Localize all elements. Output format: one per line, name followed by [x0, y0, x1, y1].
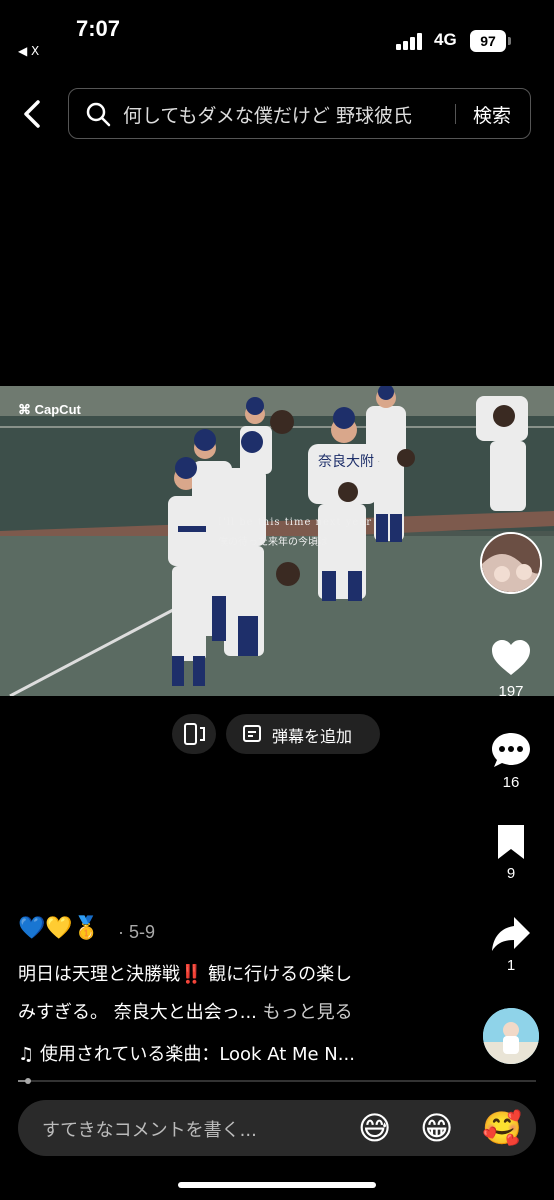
- post-date: · 5-9: [118, 922, 156, 942]
- comment-input[interactable]: すてきなコメントを書く...: [42, 1116, 257, 1142]
- post-emojis: 💙💛🥇: [18, 916, 101, 941]
- status-time: 7:07: [76, 16, 121, 41]
- caption-line-2: みすぎる。 奈良大と出会っ... もっと見る: [18, 998, 353, 1024]
- hearts-emoji-button[interactable]: 🥰: [482, 1108, 522, 1148]
- search-divider: [455, 104, 456, 124]
- see-more-link[interactable]: もっと見る: [263, 1002, 353, 1023]
- add-danmaku-button[interactable]: 弾幕を追加: [226, 714, 380, 754]
- search-button[interactable]: 検索: [473, 101, 511, 128]
- search-input[interactable]: 何してもダメな僕だけど 野球彼氏: [123, 101, 412, 128]
- chevron-left-icon: [24, 100, 40, 128]
- comment-icon[interactable]: [490, 730, 532, 770]
- search-bar[interactable]: 何してもダメな僕だけど 野球彼氏 検索: [68, 88, 531, 139]
- video-overlay-text-jp: 僕の待った来年の今頃は: [218, 537, 328, 548]
- battery-tip: [508, 37, 511, 45]
- back-to-app-link[interactable]: ◀ X: [18, 44, 39, 58]
- comment-count: 16: [502, 774, 520, 791]
- caption-text: みすぎる。 奈良大と出会っ...: [18, 1002, 257, 1023]
- music-info[interactable]: ♫ 使用されている楽曲：Look At Me N...: [18, 1040, 355, 1066]
- network-type: 4G: [434, 30, 457, 49]
- danmaku-icon: [243, 725, 261, 742]
- video-progress-knob[interactable]: [25, 1078, 32, 1084]
- share-icon[interactable]: [490, 914, 532, 954]
- capcut-watermark: ⌘ CapCut: [18, 402, 81, 418]
- heart-icon[interactable]: [490, 638, 532, 678]
- svg-text:奈良大附: 奈良大附: [318, 454, 374, 470]
- battery-icon: 97: [470, 30, 506, 52]
- home-indicator: [178, 1182, 376, 1188]
- comment-input-bar[interactable]: すてきなコメントを書く... 😅 😁 🥰: [18, 1100, 536, 1156]
- add-danmaku-label: 弾幕を追加: [272, 727, 353, 746]
- sweat-smile-emoji-button[interactable]: 😅: [358, 1108, 391, 1148]
- share-count: 1: [506, 957, 516, 974]
- save-count: 9: [506, 865, 516, 882]
- bookmark-icon[interactable]: [494, 823, 528, 861]
- rotate-screen-button[interactable]: [172, 714, 216, 754]
- search-icon: [86, 102, 111, 127]
- capcut-label: CapCut: [34, 402, 81, 417]
- video-progress-bar[interactable]: [18, 1078, 536, 1084]
- capcut-logo-icon: ⌘: [18, 402, 31, 417]
- video-overlay-text-en: I'll be this time next year: [218, 517, 373, 528]
- music-avatar[interactable]: [483, 1008, 539, 1064]
- signal-strength-icon: [396, 32, 424, 50]
- grin-emoji-button[interactable]: 😁: [420, 1108, 453, 1148]
- like-count: 197: [498, 683, 524, 700]
- creator-avatar[interactable]: [480, 532, 542, 594]
- rotate-icon: [184, 723, 205, 745]
- back-button[interactable]: [14, 94, 50, 134]
- caption-line-1: 明日は天理と決勝戦‼️ 観に行けるの楽し: [18, 964, 353, 985]
